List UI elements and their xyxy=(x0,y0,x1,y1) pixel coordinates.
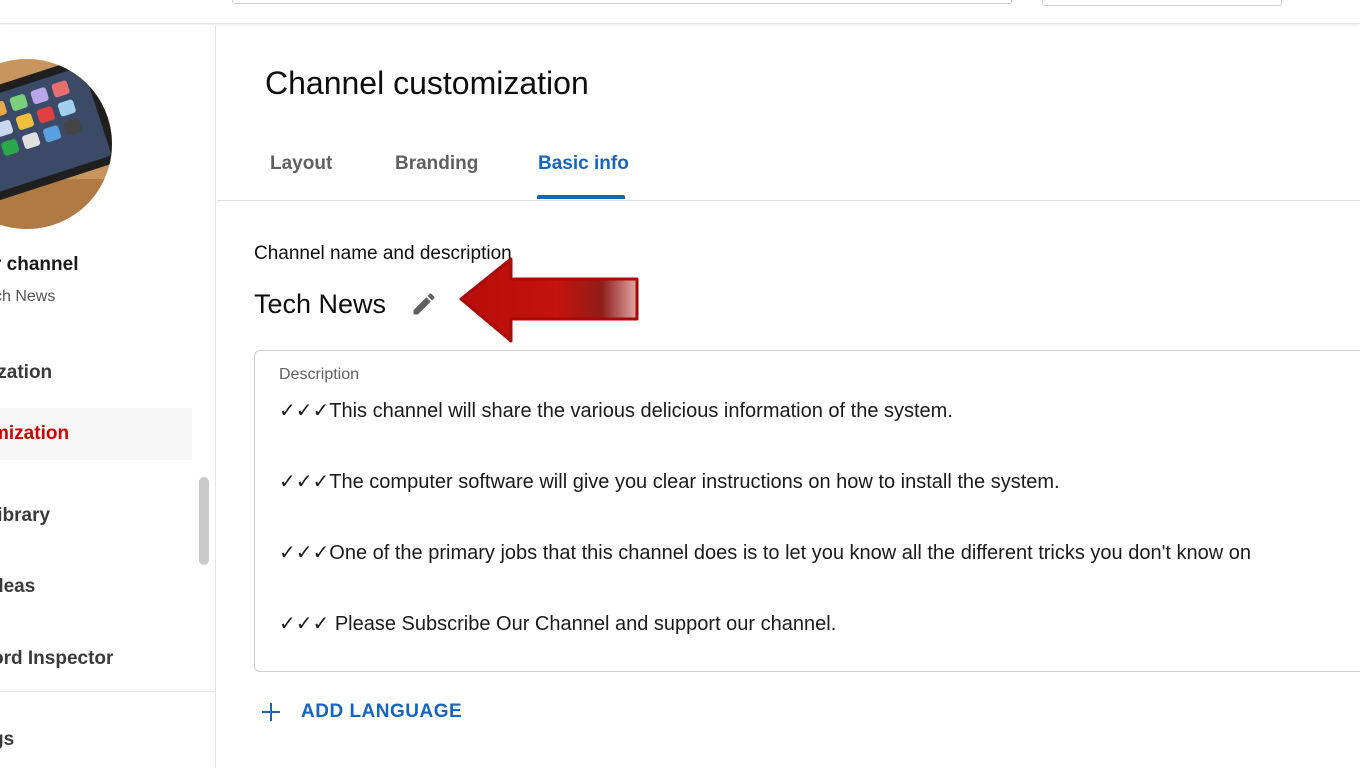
your-channel-title: r channel xyxy=(0,254,79,275)
tab-basic-info[interactable]: Basic info xyxy=(538,153,629,175)
sidebar-scrollbar[interactable] xyxy=(199,477,209,565)
sidebar-item-audio-library[interactable]: library xyxy=(0,490,192,542)
description-line: ✓✓✓The computer software will give you c… xyxy=(279,471,1060,493)
description-line: ✓✓✓ Please Subscribe Our Channel and sup… xyxy=(279,613,837,635)
description-label: Description xyxy=(279,366,360,383)
page-title: Channel customization xyxy=(265,65,589,101)
description-line: ✓✓✓This channel will share the various d… xyxy=(279,400,953,422)
channel-name: Tech News xyxy=(254,288,387,319)
sidebar-item-customization-active[interactable]: mization xyxy=(0,408,192,460)
channel-name-row: Tech News xyxy=(254,284,442,324)
sidebar-item-label: gs xyxy=(0,729,15,750)
active-tab-indicator xyxy=(537,195,625,199)
sidebar: r channel ch News ization mization libra… xyxy=(0,25,216,768)
sidebar-item-label: ord Inspector xyxy=(0,648,114,669)
sidebar-item-label: mization xyxy=(0,423,70,444)
tab-layout[interactable]: Layout xyxy=(270,153,332,175)
sidebar-item-label: deas xyxy=(0,576,36,597)
channel-name-subtitle: ch News xyxy=(0,288,56,305)
add-language-button[interactable]: ADD LANGUAGE xyxy=(257,695,462,729)
pencil-icon[interactable] xyxy=(406,286,442,322)
sidebar-item-ideas[interactable]: deas xyxy=(0,561,192,613)
sidebar-item-keyword-inspector[interactable]: ord Inspector xyxy=(0,633,192,685)
description-field[interactable]: Description ✓✓✓This channel will share t… xyxy=(254,350,1360,672)
sidebar-item-settings[interactable]: gs xyxy=(0,714,192,766)
top-action-box[interactable] xyxy=(1042,0,1282,6)
sidebar-item-label: library xyxy=(0,505,51,526)
plus-icon xyxy=(257,698,285,726)
add-language-label: ADD LANGUAGE xyxy=(301,701,463,722)
top-bar xyxy=(0,0,1360,24)
avatar-phone-image xyxy=(0,59,112,229)
red-arrow-annotation xyxy=(459,257,639,343)
sidebar-item-customization[interactable]: ization xyxy=(0,347,192,399)
sidebar-item-label: ization xyxy=(0,362,53,383)
description-line: ✓✓✓One of the primary jobs that this cha… xyxy=(279,542,1252,564)
search-box[interactable] xyxy=(232,0,1012,4)
main-content: Channel customization Layout Branding Ba… xyxy=(217,25,1360,768)
sidebar-divider xyxy=(0,691,215,692)
tab-bar: Layout Branding Basic info xyxy=(217,125,1360,201)
tab-branding[interactable]: Branding xyxy=(395,153,478,175)
channel-avatar[interactable] xyxy=(0,59,112,229)
